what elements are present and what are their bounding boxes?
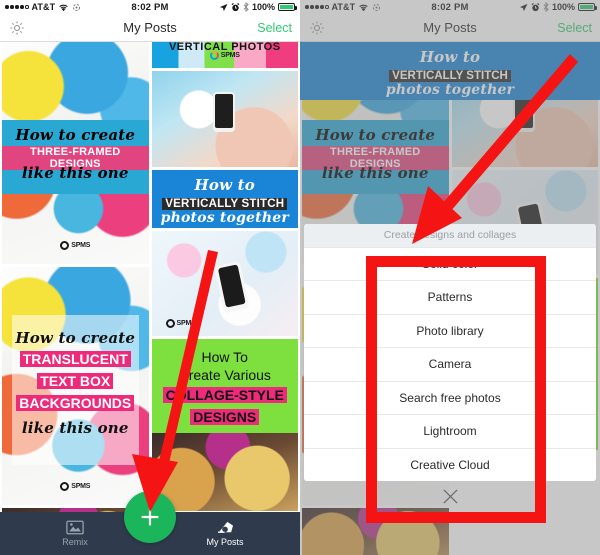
tab-label: My Posts: [206, 537, 244, 547]
post-tile-phone-beach[interactable]: [151, 71, 298, 167]
post-tile-phone-bokeh[interactable]: SPMS: [151, 231, 298, 336]
create-post-fab[interactable]: [124, 491, 176, 543]
left-phone-screen: AT&T 8:02 PM 100% My Posts Select How to…: [0, 0, 300, 555]
posts-grid-column-left: How to create THREE-FRAMED DESIGNS like …: [2, 42, 149, 555]
bottom-tab-bar: Remix My Posts: [0, 491, 300, 555]
screenshot-root: AT&T 8:02 PM 100% My Posts Select How to…: [0, 0, 600, 555]
posts-icon: [217, 521, 233, 533]
bluetooth-icon: [243, 2, 249, 12]
tile-line-1: How to create: [15, 329, 136, 347]
tile-line-3: TEXT BOX: [37, 373, 114, 389]
tile-line-3: like this one: [21, 164, 129, 182]
tile-line-3: photos together: [160, 210, 289, 226]
tile-line-1: How to: [194, 176, 255, 194]
post-tile-vertical-photos[interactable]: VERTICAL PHOTOS SPMS: [151, 42, 298, 68]
nav-bar: My Posts Select: [0, 16, 300, 42]
tile-line-3: COLLAGE-STYLE: [162, 387, 287, 403]
status-bar: AT&T 8:02 PM 100%: [0, 0, 300, 16]
watermark-spms: SPMS: [60, 482, 90, 491]
posts-grid-column-right: VERTICAL PHOTOS SPMS How to: [151, 42, 298, 512]
tab-label: Remix: [62, 537, 88, 547]
annotation-highlight-box: [366, 256, 546, 523]
page-title: My Posts: [123, 20, 177, 35]
post-tile-collage-style[interactable]: How To Create Various COLLAGE-STYLE DESI…: [151, 339, 298, 511]
action-sheet-header: Create designs and collages: [304, 223, 596, 247]
right-phone-screen: AT&T 8:02 PM 100% My Posts Select How to…: [300, 0, 600, 555]
tile-line-1: How to create: [15, 126, 136, 144]
post-tile-translucent-text-box[interactable]: How to create TRANSLUCENT TEXT BOX BACKG…: [2, 267, 149, 505]
watermark-spms: SPMS: [165, 319, 196, 328]
tile-line-4: BACKGROUNDS: [16, 395, 135, 411]
tile-line-2: TRANSLUCENT: [19, 351, 131, 367]
tile-line-1: How To: [201, 349, 248, 365]
select-button[interactable]: Select: [257, 21, 292, 35]
watermark-spms: SPMS: [60, 241, 90, 250]
post-tile-three-framed-designs[interactable]: How to create THREE-FRAMED DESIGNS like …: [2, 42, 149, 264]
status-bar-right: 100%: [219, 2, 297, 12]
location-arrow-icon: [219, 3, 228, 11]
tile-line-5: like this one: [21, 419, 129, 437]
tile-line-2: Create Various: [178, 367, 271, 383]
plus-icon: [141, 508, 159, 526]
watermark-spms: SPMS: [209, 51, 240, 60]
alarm-clock-icon: [231, 2, 240, 11]
post-tile-vertically-stitch[interactable]: How to VERTICALLY STITCH photos together: [151, 170, 298, 228]
battery-icon: [278, 3, 297, 11]
tile-line-4: DESIGNS: [190, 409, 260, 425]
photo-stack-icon: [66, 520, 84, 535]
posts-grid: How to create THREE-FRAMED DESIGNS like …: [0, 42, 300, 555]
battery-percent: 100%: [251, 2, 275, 12]
